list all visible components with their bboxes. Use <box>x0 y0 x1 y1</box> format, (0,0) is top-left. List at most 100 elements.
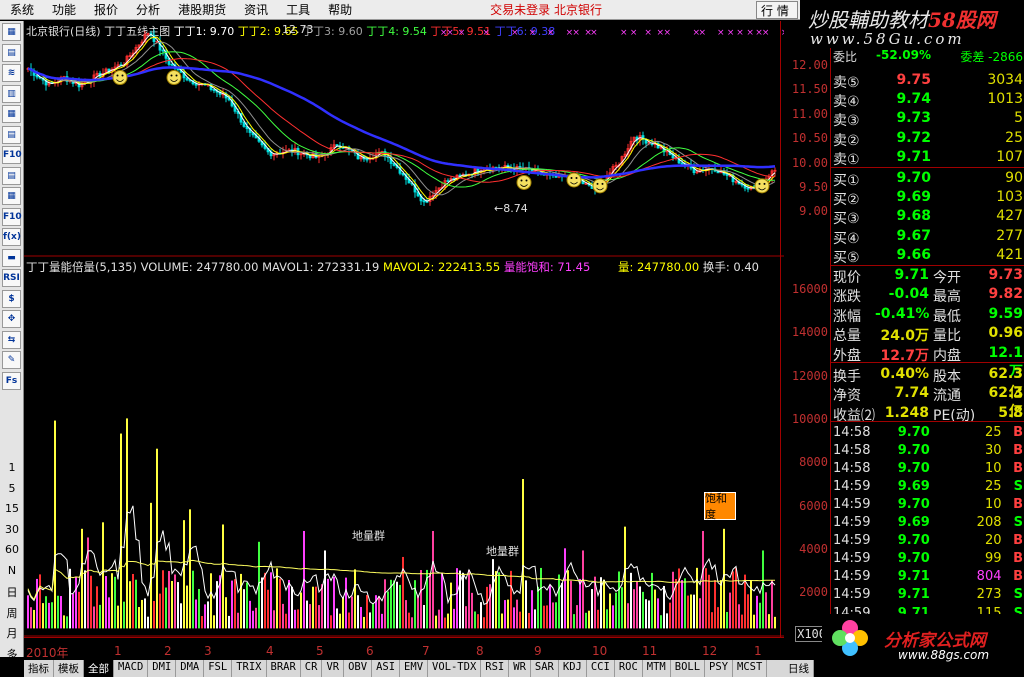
toolbar-button-5[interactable]: ▤ <box>2 125 21 144</box>
volume-bar <box>84 570 86 629</box>
quote-value: 12.7万 <box>880 347 929 364</box>
toolbar-button-10[interactable]: f(x) <box>2 228 21 246</box>
period-button-7[interactable]: 周 <box>0 605 24 621</box>
indicator-tab-dmi[interactable]: DMI <box>148 660 177 677</box>
high-price-note: 12.73 <box>282 23 314 36</box>
period-button-9[interactable]: 多 <box>0 646 24 662</box>
toolbar-button-14[interactable]: ✥ <box>2 310 21 328</box>
toolbar-button-0[interactable]: ▦ <box>2 23 21 41</box>
order-ratio-label: 委比 <box>833 50 858 64</box>
quote-row: 外盘 12.7万 内盘 12.1万 <box>833 345 1023 380</box>
indicator-tab-macd[interactable]: MACD <box>114 660 149 677</box>
volume-bar <box>237 612 239 629</box>
period-button-6[interactable]: 日 <box>0 584 24 600</box>
indicator-tab-指标[interactable]: 指标 <box>24 660 54 677</box>
indicator-tab-roc[interactable]: ROC <box>615 660 643 677</box>
period-button-0[interactable]: 1 <box>0 461 24 474</box>
indicator-tab-boll[interactable]: BOLL <box>671 660 706 677</box>
indicator-tab-vr[interactable]: VR <box>322 660 345 677</box>
indicator-tab-trix[interactable]: TRIX <box>232 660 267 677</box>
tick-side: B <box>1013 569 1024 585</box>
volume-bar <box>96 586 98 629</box>
indicator-tab-psy[interactable]: PSY <box>705 660 734 677</box>
indicator-tab-kdj[interactable]: KDJ <box>559 660 587 677</box>
toolbar-button-2[interactable]: ≋ <box>2 64 21 82</box>
toolbar-button-16[interactable]: ✎ <box>2 351 21 369</box>
indicator-tab-cr[interactable]: CR <box>301 660 323 677</box>
volume-bar <box>540 567 542 629</box>
period-label[interactable]: 日线 <box>784 660 814 677</box>
toolbar-button-3[interactable]: ▥ <box>2 84 21 103</box>
candle <box>332 139 336 149</box>
volume-bar <box>702 530 704 629</box>
buy-volume: 427 <box>996 208 1023 225</box>
month-label: 1 <box>114 644 122 658</box>
price-chart[interactable]: 12.73←8.74××××××××××××××××××××××××× <box>24 21 784 257</box>
toolbar-button-1[interactable]: ▤ <box>2 43 21 62</box>
menu-item-quote[interactable]: 报价 <box>84 1 126 18</box>
volume-bar <box>411 617 413 629</box>
indicator-tab-dma[interactable]: DMA <box>176 660 205 677</box>
quote-toggle-button[interactable]: 行 情 <box>756 1 798 19</box>
volume-chart[interactable]: 地量群地量群 <box>24 257 784 637</box>
indicator-tab-mtm[interactable]: MTM <box>643 660 671 677</box>
indicator-tab-rsi[interactable]: RSI <box>481 660 510 677</box>
volume-bar <box>333 576 335 629</box>
volume-bar <box>210 573 212 629</box>
indicator-tab-sar[interactable]: SAR <box>531 660 559 677</box>
indicator-tab-asi[interactable]: ASI <box>372 660 401 677</box>
toolbar-button-4[interactable]: ▦ <box>2 105 21 123</box>
volume-bar <box>297 609 299 629</box>
indicator-tab-emv[interactable]: EMV <box>400 660 429 677</box>
volume-bar <box>462 572 464 629</box>
volume-bar <box>351 596 353 629</box>
toolbar-button-17[interactable]: Fs <box>2 371 21 390</box>
period-button-5[interactable]: N <box>0 564 24 577</box>
volume-bar <box>147 616 149 629</box>
volume-bar <box>606 609 608 629</box>
indicator-tab-全部[interactable]: 全部 <box>84 660 114 677</box>
menu-item-system[interactable]: 系统 <box>0 1 42 18</box>
toolbar-button-15[interactable]: ⇆ <box>2 330 21 349</box>
volume-bar <box>207 601 209 629</box>
period-button-8[interactable]: 月 <box>0 625 24 641</box>
toolbar-button-9[interactable]: F10 <box>2 207 22 226</box>
tick-volume: 99 <box>984 551 1002 567</box>
toolbar-button-13[interactable]: $ <box>2 289 21 308</box>
buy-volume: 277 <box>996 227 1023 244</box>
indicator-tab-wr[interactable]: WR <box>509 660 531 677</box>
volume-bar <box>447 613 449 629</box>
toolbar-button-6[interactable]: F10 <box>2 146 22 164</box>
indicator-tab-cci[interactable]: CCI <box>587 660 615 677</box>
indicator-tab-vol-tdx[interactable]: VOL-TDX <box>428 660 482 677</box>
volume-bar <box>549 584 551 629</box>
indicator-tab-模板[interactable]: 模板 <box>54 660 84 677</box>
quote-label-2: 最低 <box>933 308 961 325</box>
volume-bar <box>243 589 245 629</box>
toolbar-button-11[interactable]: ▬ <box>2 248 21 267</box>
signal-marker: × <box>529 28 537 38</box>
quote-value: 7.74 <box>894 385 929 402</box>
toolbar-button-12[interactable]: RSI <box>2 269 21 287</box>
tick-time: 14:58 <box>833 424 871 440</box>
buy-row: 买③ 9.68 427 <box>833 208 1023 227</box>
menu-item-info[interactable]: 资讯 <box>234 1 276 18</box>
menu-item-tools[interactable]: 工具 <box>276 1 318 18</box>
toolbar-button-7[interactable]: ▤ <box>2 166 21 185</box>
menu-item-hk-futures[interactable]: 港股期货 <box>168 1 234 18</box>
period-button-4[interactable]: 60 <box>0 543 24 556</box>
period-button-1[interactable]: 5 <box>0 482 24 495</box>
indicator-tab-obv[interactable]: OBV <box>344 660 373 677</box>
indicator-tab-brar[interactable]: BRAR <box>267 660 301 677</box>
volume-bar <box>423 604 425 629</box>
period-button-3[interactable]: 30 <box>0 523 24 536</box>
menu-item-function[interactable]: 功能 <box>42 1 84 18</box>
volume-bar <box>525 580 527 629</box>
toolbar-button-8[interactable]: ▦ <box>2 187 21 205</box>
menu-item-analysis[interactable]: 分析 <box>126 1 168 18</box>
indicator-tab-mcst[interactable]: MCST <box>733 660 768 677</box>
period-button-2[interactable]: 15 <box>0 502 24 515</box>
mavol2-line <box>27 559 775 601</box>
menu-item-help[interactable]: 帮助 <box>318 1 360 18</box>
indicator-tab-fsl[interactable]: FSL <box>204 660 233 677</box>
